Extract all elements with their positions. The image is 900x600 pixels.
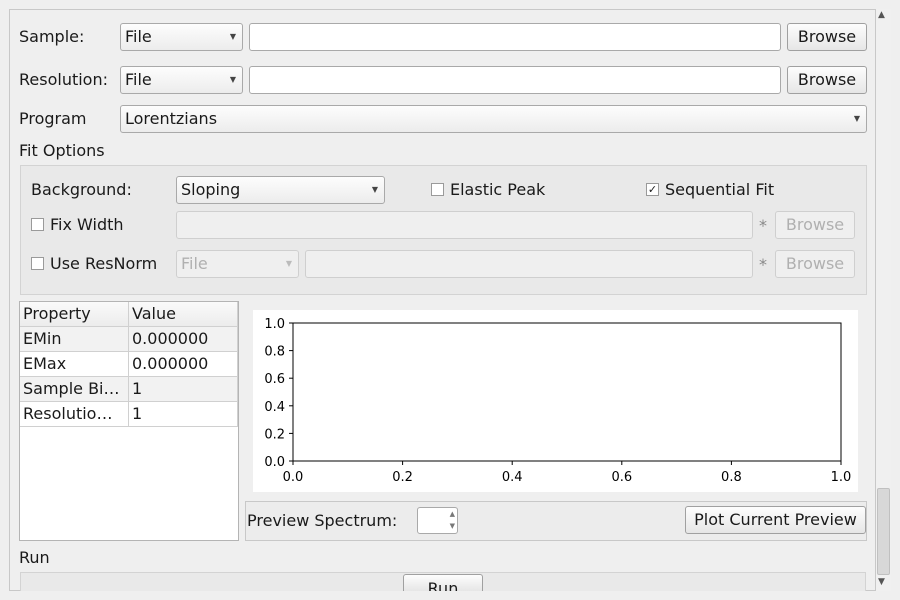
- y-tick-label: 0.0: [264, 455, 285, 470]
- table-row-value[interactable]: 1: [129, 402, 238, 427]
- scrollbar-thumb[interactable]: [877, 488, 890, 575]
- preview-spectrum-label: Preview Spectrum:: [247, 511, 398, 530]
- resolution-path-input[interactable]: [249, 66, 781, 94]
- resnorm-type-value: File: [181, 254, 208, 273]
- y-tick-label: 0.2: [264, 427, 285, 442]
- property-table[interactable]: Property Value EMin 0.000000 EMax 0.0000…: [19, 301, 239, 541]
- y-tick-label: 0.8: [264, 345, 285, 360]
- table-row-value[interactable]: 0.000000: [129, 352, 238, 377]
- table-row-property[interactable]: EMax: [20, 352, 129, 377]
- resolution-type-value: File: [125, 70, 152, 89]
- resnorm-required-star: *: [759, 255, 767, 274]
- fix-width-browse-button: Browse: [775, 211, 855, 239]
- preview-spectrum-spinbox[interactable]: ▲ ▼: [417, 507, 458, 534]
- scroll-up-arrow-icon[interactable]: ▲: [878, 10, 885, 20]
- value-column-header[interactable]: Value: [129, 302, 238, 327]
- chevron-down-icon: ▼: [229, 75, 236, 84]
- background-dropdown[interactable]: Sloping ▼: [176, 176, 385, 204]
- fix-width-checkbox[interactable]: [31, 218, 44, 231]
- x-tick-label: 0.4: [502, 470, 523, 485]
- spin-up-icon[interactable]: ▲: [450, 509, 455, 520]
- resolution-type-dropdown[interactable]: File ▼: [120, 66, 243, 94]
- x-tick-label: 0.6: [611, 470, 632, 485]
- table-row-value[interactable]: 0.000000: [129, 327, 238, 352]
- table-row-property[interactable]: Sample Bi…: [20, 377, 129, 402]
- y-tick-label: 1.0: [264, 317, 285, 332]
- elastic-peak-label: Elastic Peak: [450, 180, 546, 199]
- run-title: Run: [19, 548, 50, 567]
- preview-plot: 0.0 0.2 0.4 0.6 0.8 1.0 0.0 0.2 0.4 0.6 0.8 1.0: [264, 317, 852, 485]
- y-tick-label: 0.4: [264, 400, 285, 415]
- sample-type-value: File: [125, 27, 152, 46]
- sample-path-input[interactable]: [249, 23, 781, 51]
- resnorm-type-dropdown: File ▼: [176, 250, 299, 278]
- chevron-down-icon: ▼: [229, 32, 236, 41]
- scroll-down-arrow-icon[interactable]: ▼: [878, 577, 885, 587]
- chevron-down-icon: ▼: [285, 259, 292, 268]
- resnorm-path-input: [305, 250, 753, 278]
- resolution-label: Resolution:: [19, 70, 108, 89]
- background-label: Background:: [31, 180, 132, 199]
- sample-browse-button[interactable]: Browse: [787, 23, 867, 51]
- fix-width-required-star: *: [759, 216, 767, 235]
- x-tick-label: 0.0: [283, 470, 304, 485]
- table-row-property[interactable]: Resolutio…: [20, 402, 129, 427]
- resolution-browse-button[interactable]: Browse: [787, 66, 867, 94]
- table-row-property[interactable]: EMin: [20, 327, 129, 352]
- table-row-value[interactable]: 1: [129, 377, 238, 402]
- sequential-fit-checkbox[interactable]: ✓: [646, 183, 659, 196]
- fix-width-path-input: [176, 211, 753, 239]
- sequential-fit-label: Sequential Fit: [665, 180, 775, 199]
- elastic-peak-checkbox[interactable]: [431, 183, 444, 196]
- x-tick-label: 0.8: [721, 470, 742, 485]
- program-value: Lorentzians: [125, 109, 218, 128]
- chevron-down-icon: ▼: [853, 114, 860, 123]
- background-value: Sloping: [181, 180, 241, 199]
- plot-axes-frame: [292, 322, 842, 462]
- y-tick-label: 0.6: [264, 372, 285, 387]
- spin-down-icon[interactable]: ▼: [450, 521, 455, 532]
- use-resnorm-checkbox[interactable]: [31, 257, 44, 270]
- sample-label: Sample:: [19, 27, 85, 46]
- run-button[interactable]: Run: [403, 574, 483, 591]
- plot-current-preview-button[interactable]: Plot Current Preview: [685, 506, 866, 534]
- resnorm-browse-button: Browse: [775, 250, 855, 278]
- preview-plot-area: 0.0 0.2 0.4 0.6 0.8 1.0 0.0 0.2 0.4 0.6 0.8 1.0: [253, 310, 858, 492]
- program-dropdown[interactable]: Lorentzians ▼: [120, 105, 867, 133]
- use-resnorm-label: Use ResNorm: [50, 254, 158, 273]
- sample-type-dropdown[interactable]: File ▼: [120, 23, 243, 51]
- x-tick-label: 1.0: [831, 470, 852, 485]
- program-label: Program: [19, 109, 87, 128]
- property-column-header[interactable]: Property: [20, 302, 129, 327]
- fix-width-label: Fix Width: [50, 215, 124, 234]
- fit-options-title: Fit Options: [19, 141, 105, 160]
- chevron-down-icon: ▼: [371, 185, 378, 194]
- x-tick-label: 0.2: [392, 470, 413, 485]
